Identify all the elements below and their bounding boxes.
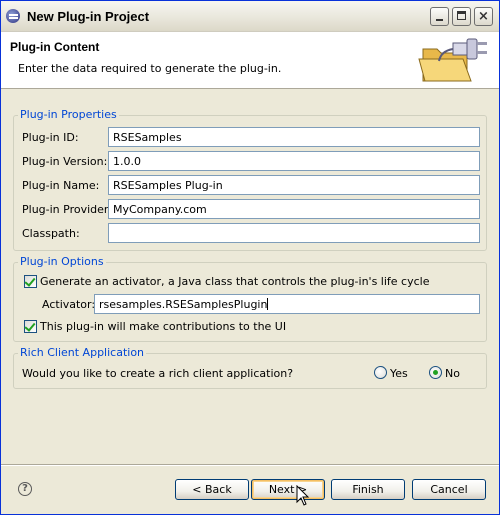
minimize-button[interactable] xyxy=(430,7,449,26)
wizard-header: Plug-in Content Enter the data required … xyxy=(1,32,499,89)
checkmark-icon xyxy=(24,275,36,287)
generate-activator-label[interactable]: Generate an activator, a Java class that… xyxy=(40,275,429,288)
page-title: Plug-in Content xyxy=(10,40,100,54)
new-plugin-project-window: New Plug-in Project × Plug-in Content En… xyxy=(0,0,500,515)
ui-contributions-label[interactable]: This plug-in will make contributions to … xyxy=(40,320,286,333)
next-button[interactable]: Next > xyxy=(251,479,325,500)
maximize-button[interactable] xyxy=(452,7,471,26)
plugin-provider-label: Plug-in Provider: xyxy=(22,203,112,216)
rich-client-group: Rich Client Application Would you like t… xyxy=(13,346,487,389)
rcp-no-label[interactable]: No xyxy=(445,367,460,380)
radio-selected-icon xyxy=(433,370,438,375)
maximize-icon xyxy=(457,11,466,20)
plugin-options-group: Plug-in Options Generate an activator, a… xyxy=(13,255,487,342)
plugin-id-label: Plug-in ID: xyxy=(22,131,79,144)
help-icon[interactable]: ? xyxy=(18,482,32,496)
plugin-provider-field[interactable]: MyCompany.com xyxy=(108,199,480,219)
minimize-icon xyxy=(436,19,443,21)
open-folder-plug-icon xyxy=(418,38,487,82)
ui-contributions-checkbox[interactable] xyxy=(24,320,37,333)
plugin-id-field[interactable]: RSESamples xyxy=(108,127,480,147)
mouse-cursor-icon xyxy=(296,485,310,506)
plugin-properties-group: Plug-in Properties Plug-in ID: RSESample… xyxy=(13,108,487,251)
classpath-field[interactable] xyxy=(108,223,480,243)
back-button[interactable]: < Back xyxy=(175,479,249,500)
rcp-no-radio[interactable] xyxy=(429,366,442,379)
plugin-version-field[interactable]: 1.0.0 xyxy=(108,151,480,171)
title-bar[interactable]: New Plug-in Project × xyxy=(1,1,499,32)
cancel-button[interactable]: Cancel xyxy=(412,479,486,500)
text-caret xyxy=(267,298,269,310)
generate-activator-checkbox[interactable] xyxy=(24,275,37,288)
rich-client-legend: Rich Client Application xyxy=(18,346,147,359)
footer-divider-highlight xyxy=(1,465,499,466)
plugin-properties-legend: Plug-in Properties xyxy=(18,108,119,121)
activator-label: Activator: xyxy=(42,298,96,311)
classpath-label: Classpath: xyxy=(22,227,80,240)
activator-value: rsesamples.RSESamplesPlugin xyxy=(99,298,268,311)
close-icon: × xyxy=(478,9,489,24)
page-description: Enter the data required to generate the … xyxy=(18,62,282,75)
checkmark-icon xyxy=(24,320,36,332)
close-button[interactable]: × xyxy=(474,7,493,26)
finish-button[interactable]: Finish xyxy=(331,479,405,500)
rcp-yes-label[interactable]: Yes xyxy=(390,367,408,380)
eclipse-icon xyxy=(6,9,20,23)
plugin-version-label: Plug-in Version: xyxy=(22,155,108,168)
rcp-yes-radio[interactable] xyxy=(374,366,387,379)
plugin-name-field[interactable]: RSESamples Plug-in xyxy=(108,175,480,195)
window-title: New Plug-in Project xyxy=(27,9,150,24)
rcp-question-label: Would you like to create a rich client a… xyxy=(22,367,294,380)
plugin-options-legend: Plug-in Options xyxy=(18,255,106,268)
plugin-name-label: Plug-in Name: xyxy=(22,179,100,192)
activator-field[interactable]: rsesamples.RSESamplesPlugin xyxy=(94,294,480,314)
